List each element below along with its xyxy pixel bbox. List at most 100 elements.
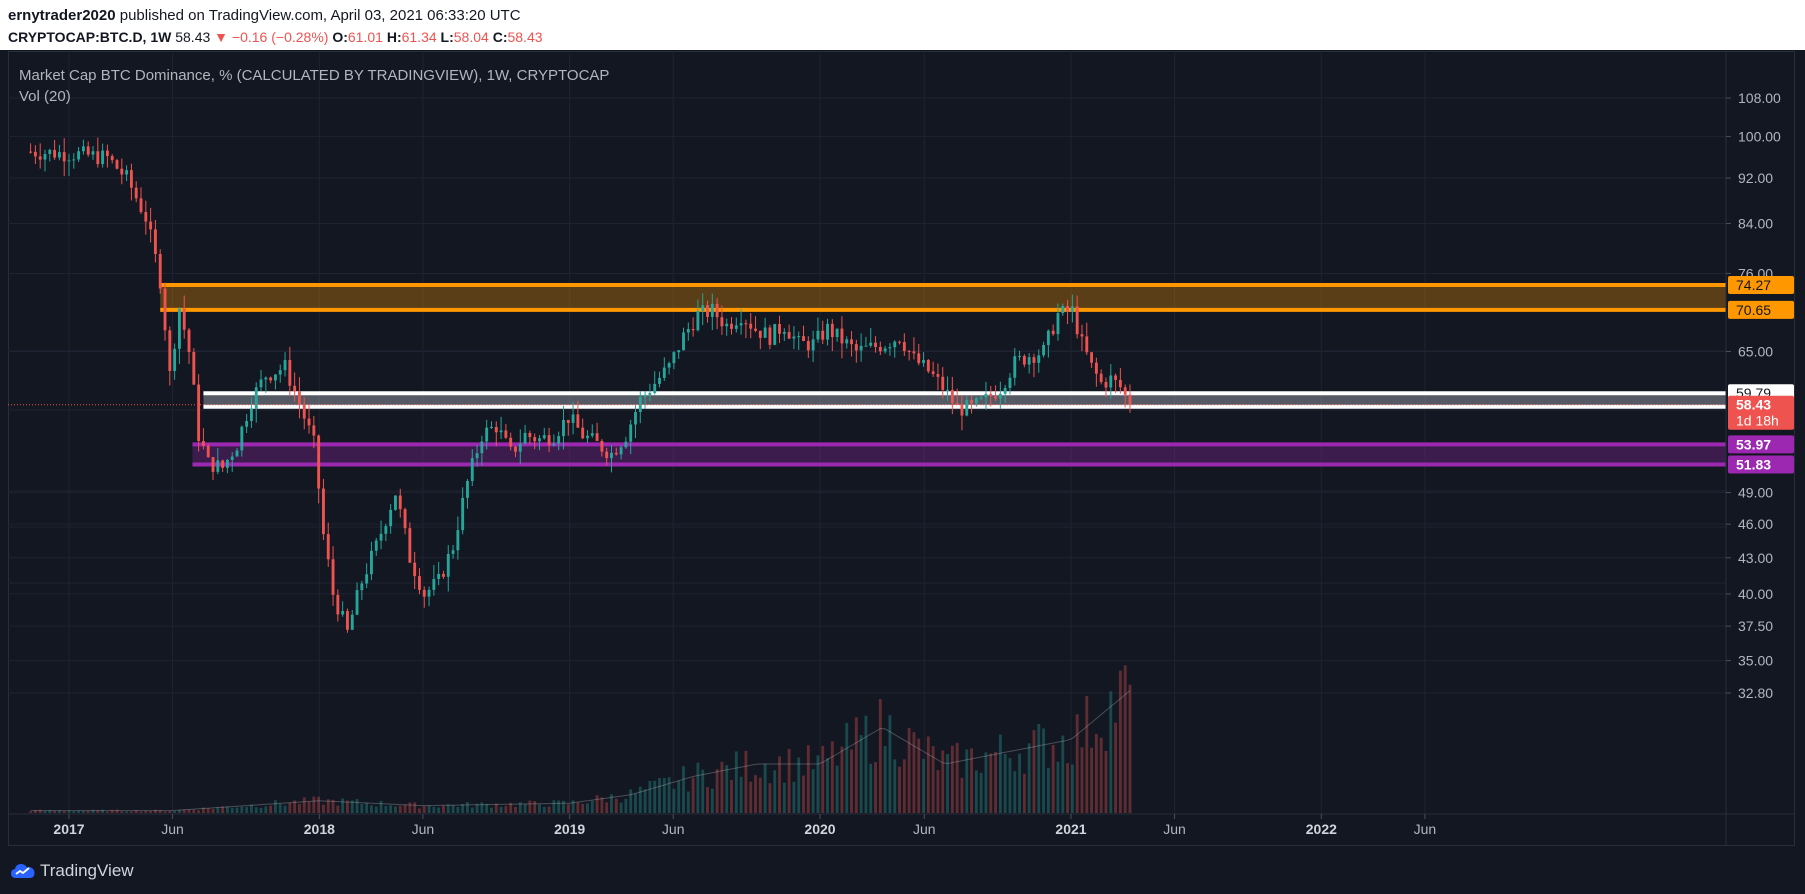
volume-bar (624, 798, 628, 813)
volume-bar (989, 753, 993, 813)
volume-bar (1022, 773, 1026, 813)
candle-body (533, 437, 537, 442)
candle-body (470, 458, 474, 482)
volume-bar (792, 781, 796, 813)
candle-body (835, 328, 839, 338)
volume-bar (864, 715, 868, 813)
volume-bar (965, 749, 969, 813)
volume-bar (614, 798, 618, 813)
volume-bar (442, 805, 445, 813)
volume-bar (763, 763, 767, 813)
candle-body (437, 573, 441, 579)
candle-body (811, 339, 815, 351)
volume-bar (557, 800, 561, 813)
candle-body (821, 330, 825, 340)
volume-bar (922, 758, 925, 813)
volume-bar (725, 765, 729, 813)
candle-body (725, 323, 729, 327)
volume-bar (225, 806, 229, 813)
price-tick-label: 92.00 (1738, 170, 1773, 186)
candle-body (91, 151, 95, 155)
volume-bar (278, 803, 282, 813)
candle-body (600, 440, 604, 452)
candle-body (557, 436, 561, 444)
volume-bar (979, 772, 983, 813)
candle-body (120, 168, 124, 175)
purple-zone-top-tag: 53.97 (1736, 436, 1771, 452)
candle-body (917, 353, 921, 364)
volume-bar (595, 795, 599, 813)
volume-bar (787, 748, 791, 813)
tradingview-logo[interactable]: TradingView (10, 861, 134, 881)
volume-bar (758, 777, 762, 813)
candle-body (523, 432, 527, 444)
candle-body (504, 430, 508, 438)
candle-body (355, 590, 359, 615)
volume-bar (307, 801, 311, 813)
candle-body (475, 453, 479, 459)
candle-body (384, 526, 388, 534)
candle-body (787, 332, 791, 339)
volume-bar (888, 715, 892, 813)
volume-bar (662, 778, 666, 813)
candle-body (1094, 362, 1098, 374)
volume-bar (418, 808, 421, 813)
candle-body (230, 456, 234, 460)
candle-body (134, 187, 138, 199)
purple-zone-bottom-tag: 51.83 (1736, 457, 1771, 473)
candle-body (278, 370, 282, 375)
candle-body (763, 327, 767, 338)
candle-body (408, 528, 412, 563)
candle-body (403, 509, 407, 529)
candle-body (893, 341, 897, 348)
volume-bar (197, 810, 201, 813)
volume-bar (240, 806, 244, 813)
candle-body (706, 305, 709, 317)
candle-body (605, 451, 609, 459)
candle-body (273, 374, 277, 381)
candle-body (249, 408, 253, 422)
volume-bar (494, 803, 498, 813)
candle-body (624, 441, 628, 448)
volume-bar (288, 802, 292, 813)
candle-body (682, 332, 685, 351)
volume-bar (1051, 744, 1055, 813)
price-tick-label: 84.00 (1738, 215, 1773, 231)
candle-body (1080, 334, 1084, 337)
candle-body (576, 414, 580, 428)
down-arrow-icon: ▼ (214, 29, 229, 45)
candle-body (528, 432, 532, 438)
volume-bar (634, 793, 637, 813)
volume-bar (600, 797, 604, 813)
volume-ma-line (30, 690, 1131, 812)
brand-text: TradingView (40, 861, 134, 880)
candle-body (701, 305, 705, 312)
volume-bar (302, 797, 306, 813)
volume-bar (1104, 750, 1108, 813)
volume-bar (1042, 728, 1046, 813)
volume-bar (1003, 754, 1007, 813)
price-tick-label: 43.00 (1738, 550, 1773, 566)
volume-bar (470, 807, 474, 813)
price-chart[interactable]: 108.00100.0092.0084.0076.0065.0049.0046.… (8, 51, 1795, 846)
volume-bar (744, 750, 748, 813)
volume-bar (360, 803, 364, 813)
price-tick-label: 46.00 (1738, 516, 1773, 532)
volume-bar (1037, 723, 1041, 813)
candle-body (878, 346, 882, 352)
candle-body (53, 149, 57, 158)
volume-bar (1027, 743, 1031, 813)
volume-bar (523, 804, 527, 813)
volume-bar (672, 788, 676, 813)
candle-body (29, 151, 33, 153)
candle-body (518, 443, 522, 452)
volume-bar (1085, 695, 1089, 813)
publication-info: ernytrader2020 published on TradingView.… (8, 7, 521, 24)
time-tick-label: 2019 (554, 821, 585, 837)
candle-body (816, 330, 820, 340)
author-name[interactable]: ernytrader2020 (8, 7, 116, 24)
volume-bar (408, 802, 412, 813)
volume-bar (451, 805, 455, 813)
volume-bar (259, 807, 263, 813)
candle-body (826, 323, 829, 340)
